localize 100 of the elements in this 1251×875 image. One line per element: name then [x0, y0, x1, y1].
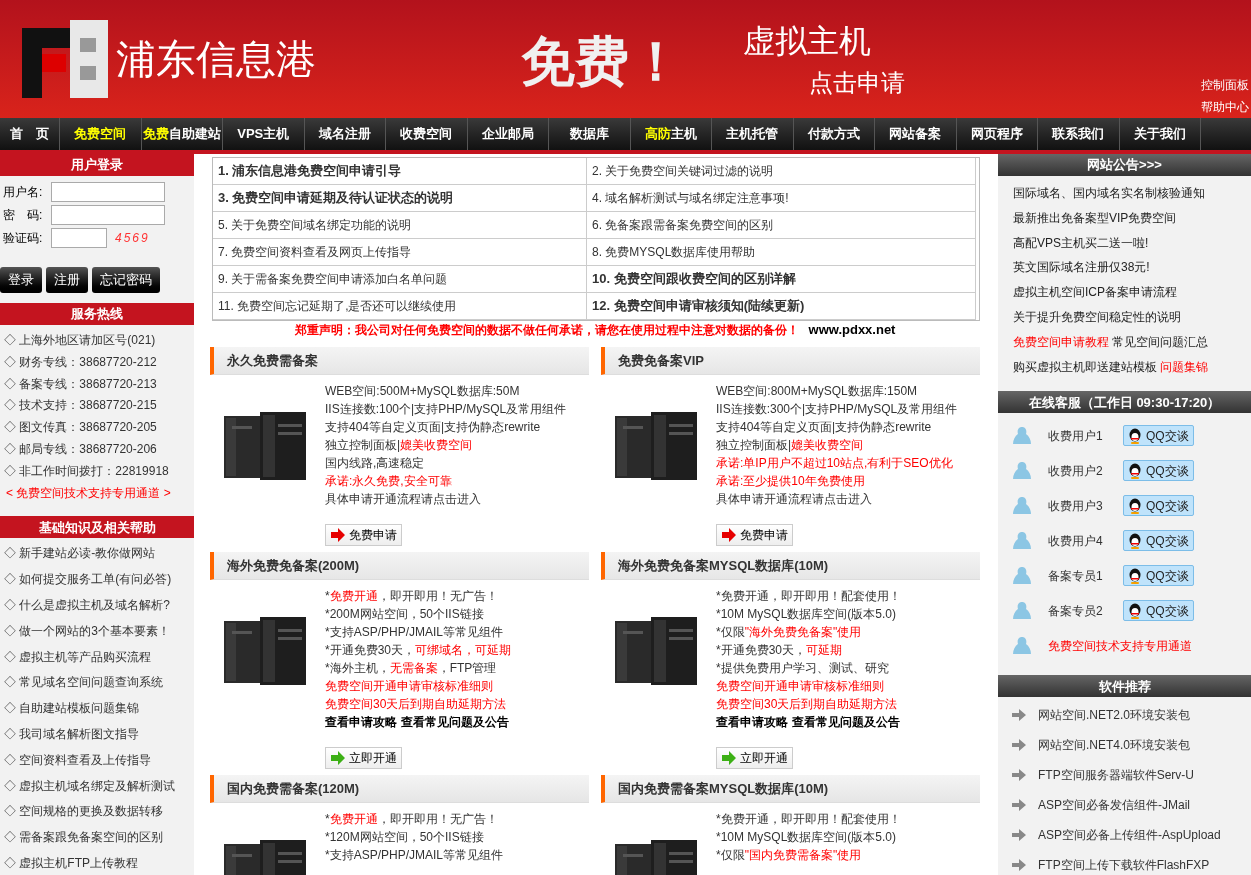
nav-item[interactable]: 网页程序: [956, 118, 1038, 150]
guide-link[interactable]: 8. 免费MYSQL数据库使用帮助: [587, 239, 976, 266]
guide-link[interactable]: 3. 免费空间申请延期及待认证状态的说明: [213, 185, 587, 212]
guide-link[interactable]: 11. 免费空间忘记延期了,是否还可以继续使用: [213, 293, 587, 320]
software-link[interactable]: FTP空间上传下载软件FlashFXP: [1038, 856, 1210, 875]
nav-item[interactable]: 收费空间: [386, 118, 468, 150]
notice-item[interactable]: 免费空间申请教程 常见空间问题汇总: [1013, 329, 1236, 355]
help-item[interactable]: ◇ 我司域名解析图文指导: [4, 721, 190, 748]
support-link[interactable]: < 免费空间技术支持专用通道 >: [4, 482, 190, 505]
plan-feature: *支持ASP/PHP/JMAIL等常见组件: [325, 847, 504, 864]
login-button[interactable]: 登录: [0, 267, 42, 293]
plan-feature: 免费空间30天后到期自助延期方法: [716, 696, 899, 713]
guide-link[interactable]: 12. 免费空间申请审核须知(陆续更新): [587, 293, 976, 320]
plan-feature: *提供免费用户学习、测试、研究: [716, 660, 890, 677]
help-link[interactable]: 查看常见问题及公告: [792, 713, 900, 731]
apply-button[interactable]: 免费申请: [325, 524, 402, 546]
qq-chat-button[interactable]: QQ交谈: [1123, 425, 1194, 447]
help-link[interactable]: 查看常见问题及公告: [401, 713, 509, 731]
apply-button[interactable]: 立即开通: [325, 747, 402, 769]
plan-feature: *免费开通，即开即用！配套使用！: [716, 811, 901, 828]
software-link[interactable]: ASP空间必备上传组件-AspUpload: [1038, 826, 1221, 845]
help-item[interactable]: ◇ 虚拟主机等产品购买流程: [4, 644, 190, 671]
guide-link[interactable]: 5. 关于免费空间域名绑定功能的说明: [213, 212, 587, 239]
plan-feature: IIS连接数:100个|支持PHP/MySQL及常用组件: [325, 401, 567, 418]
nav-item[interactable]: 高防主机: [630, 118, 712, 150]
nav-item[interactable]: 数据库: [549, 118, 631, 150]
guide-link[interactable]: 9. 关于需备案免费空间申请添加白名单问题: [213, 266, 587, 293]
section-header: 网站公告>>>: [998, 154, 1251, 176]
apply-button[interactable]: 立即开通: [716, 747, 793, 769]
software-link[interactable]: ASP空间必备发信组件-JMail: [1038, 796, 1190, 815]
help-item[interactable]: ◇ 做一个网站的3个基本要素！: [4, 618, 190, 645]
qq-chat-button[interactable]: QQ交谈: [1123, 600, 1194, 622]
guide-link[interactable]: 6. 免备案跟需备案免费空间的区别: [587, 212, 976, 239]
software-link[interactable]: 网站空间.NET2.0环境安装包: [1038, 706, 1190, 725]
header-link[interactable]: 控制面板: [1201, 76, 1249, 94]
plan-feature: *开通免费30天，可绑域名，可延期: [325, 642, 512, 659]
help-item[interactable]: ◇ 虚拟主机域名绑定及解析测试: [4, 773, 190, 800]
nav-item[interactable]: 联系我们: [1038, 118, 1120, 150]
qq-chat-button[interactable]: QQ交谈: [1123, 530, 1194, 552]
nav-item[interactable]: 关于我们: [1119, 118, 1201, 150]
help-item[interactable]: ◇ 什么是虚拟主机及域名解析?: [4, 592, 190, 619]
qq-chat-button[interactable]: QQ交谈: [1123, 565, 1194, 587]
notice-item[interactable]: 虚拟主机空间ICP备案申请流程: [1013, 280, 1236, 305]
input-field[interactable]: [51, 205, 165, 225]
arrow-icon: [1012, 739, 1026, 752]
support-link[interactable]: 免费空间技术支持专用通道: [1048, 636, 1192, 655]
input-field[interactable]: [51, 182, 165, 202]
notice-item[interactable]: 最新推出免备案型VIP免费空间: [1013, 205, 1236, 231]
site-link[interactable]: www.pdxx.net: [808, 320, 896, 340]
plan-feature: *10M MySQL数据库空间(版本5.0): [716, 829, 898, 846]
help-link[interactable]: 查看申请攻略: [325, 713, 397, 731]
nav-item[interactable]: 首 页: [0, 118, 60, 150]
banner-cta[interactable]: 点击申请: [809, 64, 905, 101]
help-item[interactable]: ◇ 空间资料查看及上传指导: [4, 747, 190, 774]
hotline-item: ◇ 备案专线：38687720-213: [4, 375, 158, 393]
section-header: 服务热线: [0, 303, 194, 325]
notice-item[interactable]: 高配VPS主机买二送一啦!: [1013, 230, 1236, 256]
nav-item[interactable]: 付款方式: [793, 118, 875, 150]
user-icon: [1012, 635, 1032, 656]
nav-item[interactable]: 域名注册: [304, 118, 386, 150]
notice-item[interactable]: 国际域名、国内域名实名制核验通知: [1013, 181, 1236, 206]
input-field[interactable]: [51, 228, 107, 248]
plan-feature: 承诺:永久免费,安全可靠: [325, 473, 453, 490]
help-item[interactable]: ◇ 空间规格的更换及数据转移: [4, 799, 190, 826]
guide-link[interactable]: 1. 浦东信息港免费空间申请引导: [213, 158, 587, 185]
logo-text: 浦东信息港: [116, 36, 316, 83]
help-item[interactable]: ◇ 自助建站模板问题集锦: [4, 696, 190, 722]
help-item[interactable]: ◇ 新手建站必读-教你做网站: [4, 541, 190, 568]
nav-item[interactable]: 企业邮局: [467, 118, 549, 150]
guide-link[interactable]: 2. 关于免费空间关键词过滤的说明: [587, 158, 976, 185]
nav-item[interactable]: 网站备案: [875, 118, 957, 150]
guide-link[interactable]: 10. 免费空间跟收费空间的区别详解: [587, 266, 976, 293]
apply-button[interactable]: 免费申请: [716, 524, 793, 546]
nav-item[interactable]: 主机托管: [712, 118, 794, 150]
notice-item[interactable]: 英文国际域名注册仅38元!: [1013, 255, 1236, 281]
software-link[interactable]: FTP空间服务器端软件Serv-U: [1038, 766, 1194, 785]
help-item[interactable]: ◇ 需备案跟免备案空间的区别: [4, 825, 190, 851]
guide-link[interactable]: 4. 域名解析测试与域名绑定注意事项!: [587, 185, 976, 212]
notice-item[interactable]: 关于提升免费空间稳定性的说明: [1013, 305, 1236, 330]
header-link[interactable]: 帮助中心: [1201, 98, 1249, 116]
software-link[interactable]: 网站空间.NET4.0环境安装包: [1038, 736, 1190, 755]
guide-link[interactable]: 7. 免费空间资料查看及网页上传指导: [213, 239, 587, 266]
field-label: 验证码:: [3, 230, 44, 247]
nav-item[interactable]: 免费自助建站: [141, 118, 223, 150]
help-item[interactable]: ◇ 常见域名空间问题查询系统: [4, 670, 190, 697]
help-item[interactable]: ◇ 虚拟主机FTP上传教程: [4, 850, 190, 875]
qq-chat-button[interactable]: QQ交谈: [1123, 495, 1194, 517]
help-item[interactable]: ◇ 如何提交服务工单(有问必答): [4, 567, 190, 593]
card-header: 国内免费需备案MYSQL数据库(10M): [601, 775, 980, 803]
nav-item[interactable]: 免费空间: [60, 118, 142, 150]
login-button[interactable]: 注册: [46, 267, 88, 293]
login-button[interactable]: 忘记密码: [92, 267, 160, 293]
help-link[interactable]: 查看申请攻略: [716, 713, 788, 731]
plan-feature: 免费空间开通申请审核标准细则: [716, 678, 885, 695]
nav-item[interactable]: VPS主机: [223, 118, 305, 150]
plan-feature: *免费开通，即开即用！配套使用！: [716, 588, 901, 605]
agent-name: 收费用户2: [1048, 462, 1104, 480]
notice-item[interactable]: 购买虚拟主机即送建站模板 问题集锦: [1013, 354, 1236, 380]
qq-chat-button[interactable]: QQ交谈: [1123, 460, 1194, 482]
penguin-icon: [1128, 567, 1142, 584]
